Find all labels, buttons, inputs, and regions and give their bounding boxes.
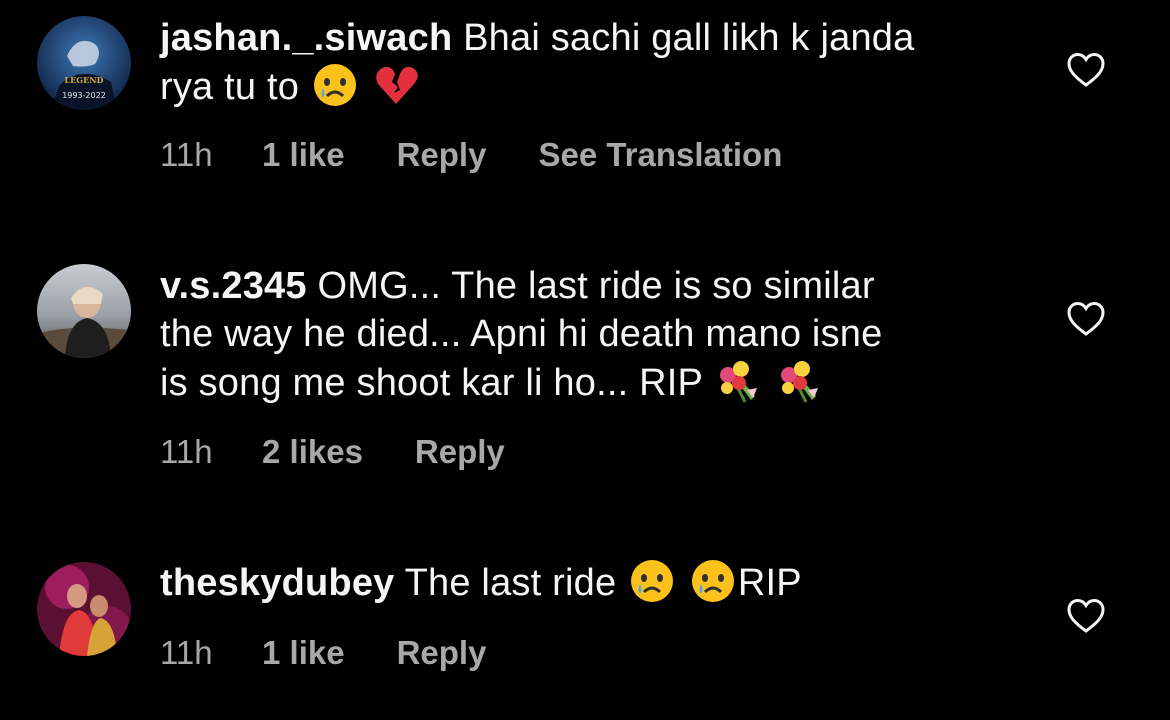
avatar-text-bottom: 1993-2022 — [62, 91, 106, 100]
comment-meta: 11h 1 like Reply — [160, 633, 538, 673]
bouquet-emoji-icon — [776, 358, 822, 404]
heart-outline-icon — [1067, 598, 1105, 633]
comment-likes[interactable]: 1 like — [262, 135, 345, 175]
comment-body: jashan._.siwach Bhai sachi gall likh k j… — [160, 14, 1020, 111]
comment-text: The last ride — [404, 562, 617, 604]
broken-heart-emoji-icon — [373, 62, 419, 108]
comment-text: rya tu to — [160, 66, 300, 108]
comment-text: is song me shoot kar li ho... RIP — [160, 362, 703, 404]
comment-likes[interactable]: 1 like — [262, 633, 345, 673]
like-comment-button[interactable] — [1067, 52, 1105, 88]
heart-outline-icon — [1067, 52, 1105, 87]
avatar[interactable] — [37, 264, 131, 358]
comment-text: OMG... The last ride is so similar — [317, 265, 875, 307]
crying-face-emoji-icon — [690, 558, 736, 604]
comment-time: 11h — [160, 433, 213, 470]
see-translation-button[interactable]: See Translation — [538, 135, 782, 175]
like-comment-button[interactable] — [1067, 598, 1105, 634]
reply-button[interactable]: Reply — [397, 135, 487, 175]
comment-body: v.s.2345 OMG... The last ride is so simi… — [160, 262, 1020, 407]
comment-time: 11h — [160, 136, 213, 173]
comment-body: theskydubey The last ride RIP — [160, 558, 1020, 607]
like-comment-button[interactable] — [1067, 301, 1105, 337]
avatar[interactable]: LEGEND 1993-2022 — [37, 16, 131, 110]
avatar-text-top: LEGEND — [65, 75, 104, 85]
comment-time: 11h — [160, 634, 213, 671]
comment-likes[interactable]: 2 likes — [262, 432, 363, 472]
comment-username[interactable]: v.s.2345 — [160, 265, 307, 307]
heart-outline-icon — [1067, 301, 1105, 336]
reply-button[interactable]: Reply — [397, 633, 487, 673]
comment-text: Bhai sachi gall likh k janda — [463, 17, 915, 59]
comment-username[interactable]: theskydubey — [160, 562, 395, 604]
avatar[interactable] — [37, 562, 131, 656]
comment-meta: 11h 1 like Reply See Translation — [160, 135, 782, 175]
comment-text: the way he died... Apni hi death mano is… — [160, 313, 883, 355]
crying-face-emoji-icon — [629, 558, 675, 604]
bouquet-emoji-icon — [715, 358, 761, 404]
comment-text: RIP — [737, 562, 802, 604]
reply-button[interactable]: Reply — [415, 432, 505, 472]
comment-meta: 11h 2 likes Reply — [160, 432, 557, 472]
crying-face-emoji-icon — [312, 62, 358, 108]
comment-username[interactable]: jashan._.siwach — [160, 17, 452, 59]
